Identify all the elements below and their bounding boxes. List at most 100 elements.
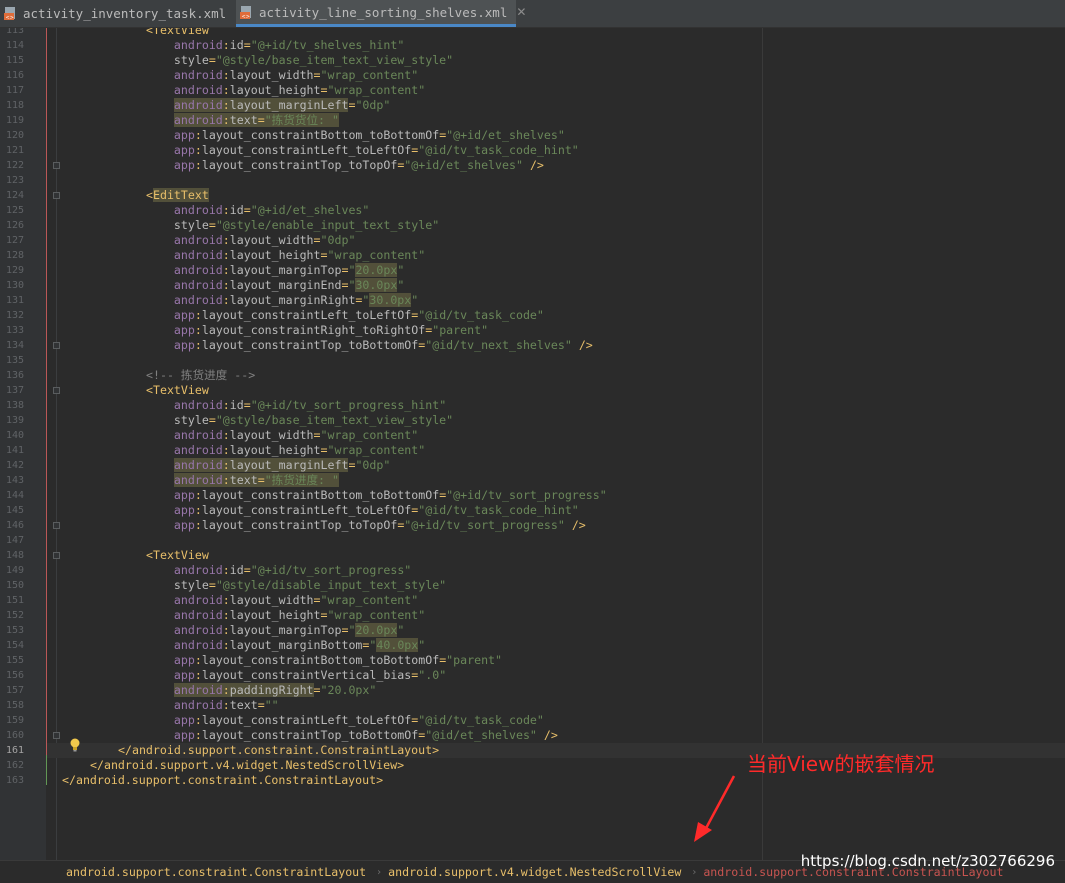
line-number: 121 [5,145,24,156]
close-tab-icon[interactable]: ✕ [516,5,526,19]
code-editor[interactable]: <TextView android:id="@+id/tv_shelves_hi… [0,28,1065,860]
code-line[interactable]: android:layout_marginBottom="40.0px" [146,638,425,653]
line-number: 131 [5,295,24,306]
code-line[interactable]: app:layout_constraintTop_toBottomOf="@id… [146,338,593,353]
code-line[interactable]: app:layout_constraintTop_toTopOf="@+id/t… [146,518,586,533]
line-number: 151 [5,595,24,606]
code-line[interactable]: android:layout_height="wrap_content" [146,83,425,98]
code-line[interactable]: android:layout_marginTop="20.0px" [146,263,404,278]
line-number: 147 [5,535,24,546]
code-line[interactable]: android:id="@+id/tv_sort_progress_hint" [146,398,446,413]
fold-marker-icon[interactable] [53,192,60,199]
xml-file-icon: <> [4,6,18,21]
line-number: 114 [5,40,24,51]
code-line[interactable]: android:layout_height="wrap_content" [146,608,425,623]
code-line[interactable]: style="@style/disable_input_text_style" [146,578,446,593]
line-number: 118 [5,100,24,111]
svg-text:<>: <> [6,15,14,21]
line-number: 140 [5,430,24,441]
line-number: 148 [5,550,24,561]
code-line[interactable]: android:text="" [146,698,279,713]
code-line[interactable]: android:layout_width="0dp" [146,233,356,248]
code-line[interactable]: app:layout_constraintLeft_toLeftOf="@id/… [146,503,579,518]
line-number: 138 [5,400,24,411]
line-number: 154 [5,640,24,651]
code-line[interactable]: android:text="拣货进度: " [146,473,339,488]
xml-file-icon: <> [240,5,254,20]
code-line[interactable]: style="@style/enable_input_text_style" [146,218,439,233]
code-line[interactable]: android:layout_width="wrap_content" [146,68,418,83]
code-line[interactable]: android:layout_height="wrap_content" [146,443,425,458]
line-number: 117 [5,85,24,96]
fold-marker-icon[interactable] [53,522,60,529]
code-line[interactable]: android:layout_marginLeft="0dp" [146,458,390,473]
code-line[interactable]: android:layout_marginEnd="30.0px" [146,278,404,293]
code-line[interactable]: app:layout_constraintBottom_toBottomOf="… [146,128,565,143]
code-line[interactable]: android:paddingRight="20.0px" [146,683,376,698]
code-line[interactable]: </android.support.v4.widget.NestedScroll… [90,758,404,773]
fold-marker-icon[interactable] [53,552,60,559]
breadcrumb-item-nestedscrollview[interactable]: android.support.v4.widget.NestedScrollVi… [388,865,681,879]
code-line[interactable]: app:layout_constraintLeft_toLeftOf="@id/… [146,713,544,728]
code-line[interactable]: android:layout_width="wrap_content" [146,428,418,443]
line-number: 120 [5,130,24,141]
fold-marker-icon[interactable] [53,162,60,169]
code-line[interactable]: app:layout_constraintLeft_toLeftOf="@id/… [146,143,579,158]
change-marker-bar [46,28,47,785]
code-line[interactable]: <!-- 拣货进度 --> [146,368,255,383]
code-line[interactable]: <TextView [146,28,209,38]
code-line[interactable]: style="@style/base_item_text_view_style" [146,413,453,428]
code-line[interactable]: android:layout_width="wrap_content" [146,593,418,608]
line-number: 162 [5,760,24,771]
line-number: 153 [5,625,24,636]
code-line[interactable]: <EditText [146,188,209,203]
code-line[interactable]: android:id="@+id/et_shelves" [146,203,369,218]
fold-marker-icon[interactable] [53,342,60,349]
line-number: 146 [5,520,24,531]
tab-label: activity_inventory_task.xml [23,6,227,21]
code-line[interactable]: </android.support.constraint.ConstraintL… [62,773,383,788]
line-number: 133 [5,325,24,336]
tab-activity-inventory-task[interactable]: <> activity_inventory_task.xml ✕ [0,0,245,27]
annotation-arrow-icon [694,775,736,842]
code-line[interactable]: app:layout_constraintTop_toTopOf="@+id/e… [146,158,544,173]
editor-tab-bar: <> activity_inventory_task.xml ✕ <> acti… [0,0,1065,28]
code-line[interactable]: app:layout_constraintRight_toRightOf="pa… [146,323,488,338]
watermark: https://blog.csdn.net/z302766296 [800,852,1055,870]
line-number: 124 [5,190,24,201]
line-number: 129 [5,265,24,276]
right-margin-guide [762,28,763,860]
lightbulb-icon[interactable] [69,737,81,752]
line-number: 136 [5,370,24,381]
fold-marker-icon[interactable] [53,732,60,739]
fold-marker-icon[interactable] [53,387,60,394]
code-line[interactable]: android:id="@+id/tv_sort_progress" [146,563,411,578]
chevron-right-icon: › [692,866,697,878]
code-line[interactable]: android:layout_marginLeft="0dp" [146,98,390,113]
line-number: 143 [5,475,24,486]
line-number: 144 [5,490,24,501]
line-number: 126 [5,220,24,231]
line-number: 145 [5,505,24,516]
line-number: 158 [5,700,24,711]
code-line[interactable]: android:layout_marginRight="30.0px" [146,293,418,308]
code-line[interactable]: android:text="拣货货位: " [146,113,339,128]
code-line[interactable]: </android.support.constraint.ConstraintL… [118,743,439,758]
code-line[interactable]: app:layout_constraintBottom_toBottomOf="… [146,488,607,503]
code-line[interactable]: <TextView [146,383,209,398]
code-line[interactable]: app:layout_constraintVertical_bias=".0" [146,668,446,683]
svg-text:<>: <> [242,14,250,20]
breadcrumb-item-constraintlayout[interactable]: android.support.constraint.ConstraintLay… [66,865,366,879]
annotation-label: 当前View的嵌套情况 [747,752,935,776]
code-line[interactable]: android:layout_height="wrap_content" [146,248,425,263]
code-line[interactable]: app:layout_constraintLeft_toLeftOf="@id/… [146,308,544,323]
chevron-right-icon: › [377,866,382,878]
code-line[interactable]: android:id="@+id/tv_shelves_hint" [146,38,404,53]
code-line[interactable]: android:layout_marginTop="20.0px" [146,623,404,638]
code-line[interactable]: app:layout_constraintTop_toBottomOf="@id… [146,728,558,743]
line-number: 134 [5,340,24,351]
tab-activity-line-sorting-shelves[interactable]: <> activity_line_sorting_shelves.xml ✕ [236,0,526,27]
code-line[interactable]: app:layout_constraintBottom_toBottomOf="… [146,653,502,668]
code-line[interactable]: <TextView [146,548,209,563]
code-line[interactable]: style="@style/base_item_text_view_style" [146,53,453,68]
